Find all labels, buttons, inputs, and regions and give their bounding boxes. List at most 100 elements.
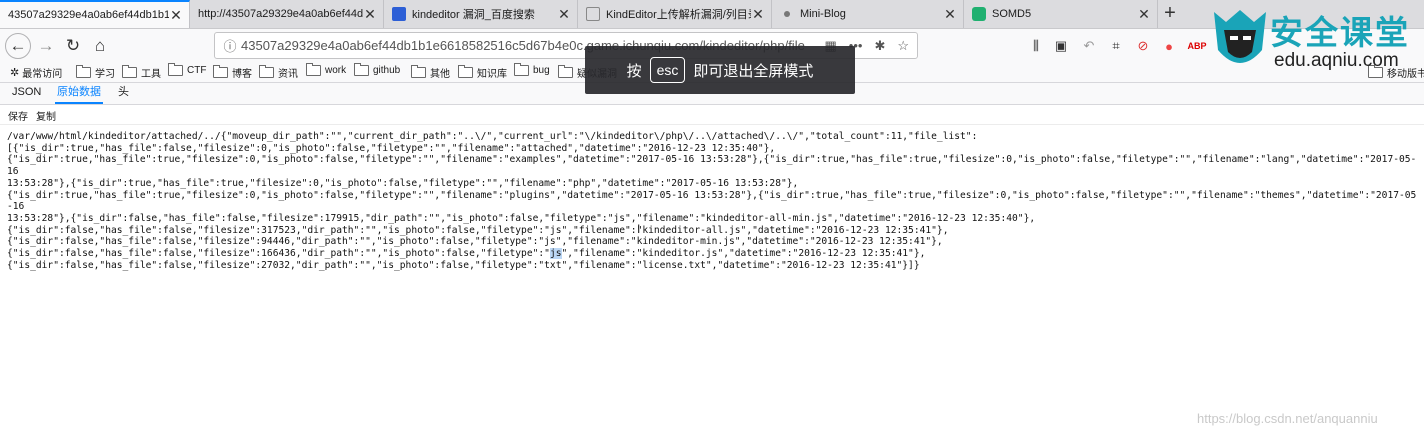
baidu-icon (392, 7, 406, 21)
bookmark-folder[interactable]: 学习 (76, 65, 115, 80)
viewer-toolbar: 保存 复制 (0, 105, 1424, 125)
raw-line: {"is_dir":true,"has_file":true,"filesize… (7, 189, 1417, 213)
tab-http[interactable]: http://43507a29329e4a0ab6ef44d ✕ (190, 0, 384, 28)
dot-icon (784, 11, 790, 17)
tab-baidu-search[interactable]: kindeditor 漏洞_百度搜索 ✕ (384, 0, 578, 28)
raw-line: {"is_dir":false,"has_file":false,"filesi… (7, 248, 550, 260)
raw-line: 13:53:28"},{"is_dir":true,"has_file":tru… (7, 177, 799, 189)
fullscreen-notice: 按 esc 即可退出全屏模式 (585, 46, 855, 94)
bookmark-label: github (373, 65, 401, 76)
bookmark-label: work (325, 65, 347, 76)
folder-icon (259, 65, 274, 78)
raw-line: 13:53:28"},{"is_dir":false,"has_file":fa… (7, 212, 1036, 224)
bookmark-label: 工具 (141, 69, 161, 80)
logo-watermark: 安全课堂 edu.aqniu.com (1208, 6, 1424, 78)
notice-press: 按 (626, 62, 642, 80)
raw-line: {"is_dir":false,"has_file":false,"filesi… (7, 236, 943, 248)
bookmark-label: 其他 (430, 69, 450, 80)
adblock-icon[interactable]: ABP (1188, 37, 1207, 55)
folder-icon (458, 65, 473, 78)
folder-icon (122, 65, 137, 78)
back-button[interactable]: ← (5, 33, 31, 59)
extension-icon[interactable]: ● (1160, 37, 1178, 55)
folder-icon (168, 63, 183, 76)
tab-json[interactable]: JSON (10, 83, 43, 104)
bookmark-folder[interactable]: 工具 (122, 65, 161, 80)
tab-title: KindEditor上传解析漏洞/列目录/ (606, 9, 751, 21)
bookmark-folder[interactable]: work (306, 63, 347, 76)
raw-line: {"is_dir":false,"has_file":false,"filesi… (7, 224, 949, 236)
esc-key: esc (649, 57, 686, 83)
save-button[interactable]: 保存 (8, 108, 28, 123)
sidebar-icon[interactable]: ▣ (1052, 37, 1070, 55)
tab-title: http://43507a29329e4a0ab6ef44d (198, 8, 363, 20)
folder-icon (306, 63, 321, 76)
close-icon[interactable]: ✕ (943, 6, 957, 23)
close-icon[interactable]: ✕ (1137, 6, 1151, 23)
tab-raw-data[interactable]: 原始数据 (55, 83, 103, 104)
logo-shield-icon (1214, 10, 1266, 63)
text-selection: js (549, 248, 562, 260)
folder-icon (213, 65, 228, 78)
folder-icon (354, 63, 369, 76)
bookmark-label: 最常访问 (22, 69, 63, 80)
close-icon[interactable]: ✕ (363, 6, 377, 23)
bookmark-label: 知识库 (477, 69, 507, 80)
info-icon[interactable]: ⓘ (219, 36, 241, 55)
folder-icon (411, 65, 426, 78)
bookmark-label: CTF (187, 65, 207, 76)
copy-button[interactable]: 复制 (36, 108, 56, 123)
tab-title: SOMD5 (992, 8, 1032, 20)
logo-cn: 安全课堂 (1270, 14, 1410, 51)
tab-title: 43507a29329e4a0ab6ef44db1b1e6 (8, 9, 169, 21)
raw-line: {"is_dir":true,"has_file":true,"filesize… (7, 154, 1417, 178)
logo-en: edu.aqniu.com (1274, 50, 1399, 71)
block-icon[interactable]: ⊘ (1134, 37, 1152, 55)
bookmark-folder[interactable]: github (354, 63, 401, 76)
raw-line: ","filename":"kindeditor.js","datetime":… (561, 248, 926, 260)
close-icon[interactable]: ✕ (169, 7, 183, 24)
close-icon[interactable]: ✕ (751, 6, 765, 23)
bookmark-folder[interactable]: 博客 (213, 65, 252, 80)
bug-icon[interactable]: ✱ (874, 38, 885, 54)
page-icon (586, 7, 600, 21)
bookmark-folder[interactable]: bug (514, 63, 550, 76)
bookmark-label: 学习 (95, 69, 115, 80)
bookmark-most-visited[interactable]: ✲ 最常访问 (10, 65, 62, 80)
bookmark-folder[interactable]: 知识库 (458, 65, 507, 80)
bookmark-label: 博客 (232, 69, 252, 80)
raw-line: /var/www/html/kindeditor/attached/../{"m… (7, 131, 978, 142)
raw-response: /var/www/html/kindeditor/attached/../{"m… (7, 131, 1419, 271)
library-icon[interactable]: ⫼ (1027, 37, 1045, 55)
csdn-watermark: https://blog.csdn.net/anquanniu (1197, 411, 1378, 426)
bookmark-folder[interactable]: 其他 (411, 65, 450, 80)
raw-line: [{"is_dir":true,"has_file":false,"filesi… (7, 142, 776, 154)
tab-title: Mini-Blog (800, 8, 846, 20)
folder-icon (514, 63, 529, 76)
undo-icon[interactable]: ↶ (1080, 37, 1098, 55)
reload-button[interactable]: ↻ (60, 33, 86, 59)
bookmark-folder[interactable]: CTF (168, 63, 207, 76)
raw-line: {"is_dir":false,"has_file":false,"filesi… (7, 259, 920, 271)
gear-icon: ✲ (10, 67, 20, 79)
bookmark-label: bug (533, 65, 550, 76)
bookmark-star-icon[interactable]: ☆ (897, 38, 909, 54)
crop-icon[interactable]: ⌗ (1107, 37, 1125, 55)
tab-title: kindeditor 漏洞_百度搜索 (412, 9, 535, 21)
home-button[interactable]: ⌂ (87, 33, 113, 59)
close-icon[interactable]: ✕ (557, 6, 571, 23)
forward-button[interactable]: → (33, 33, 59, 59)
tab-somd5[interactable]: SOMD5 ✕ (964, 0, 1158, 28)
somd5-icon (972, 7, 986, 21)
bookmark-folder[interactable]: 资讯 (259, 65, 298, 80)
notice-message: 即可退出全屏模式 (693, 62, 814, 80)
tab-kindeditor-vuln[interactable]: KindEditor上传解析漏洞/列目录/ ✕ (578, 0, 772, 28)
new-tab-button[interactable]: + (1158, 2, 1182, 25)
tab-mini-blog[interactable]: Mini-Blog ✕ (772, 0, 964, 28)
folder-icon (76, 65, 91, 78)
folder-icon (558, 65, 573, 78)
tab-current[interactable]: 43507a29329e4a0ab6ef44db1b1e6 ✕ (0, 0, 190, 28)
text-cursor-icon: I (637, 222, 641, 236)
bookmark-label: 资讯 (278, 69, 298, 80)
tab-headers[interactable]: 头 (116, 83, 131, 104)
